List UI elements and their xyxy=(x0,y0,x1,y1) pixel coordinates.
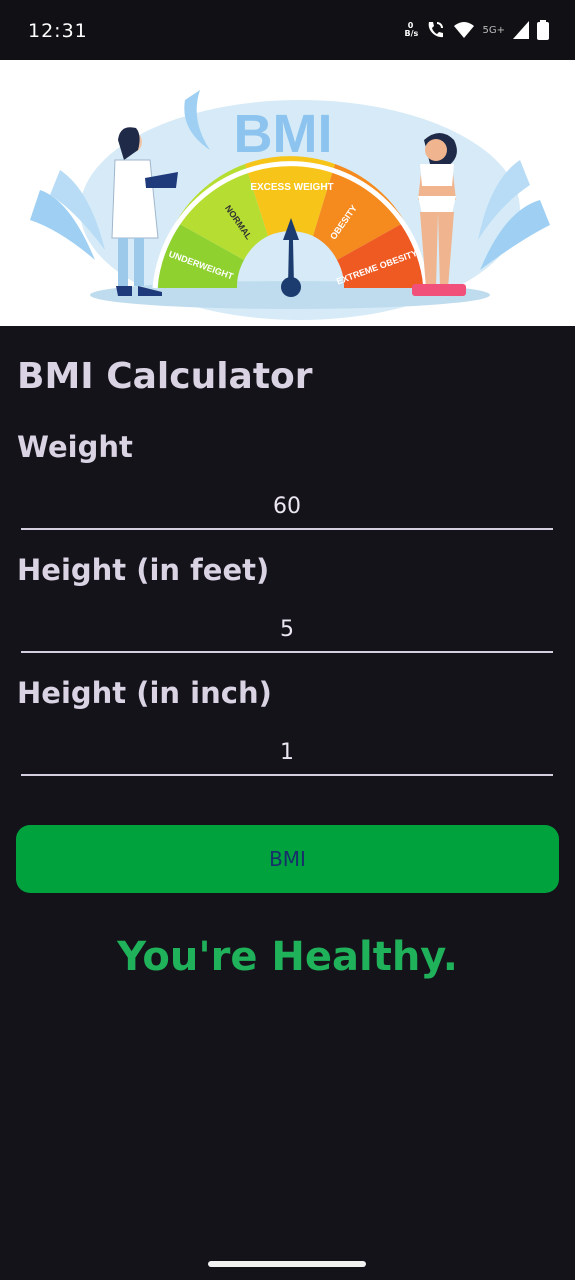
bmi-banner-image: BMI UNDERWEIGHT NORMAL EXCESS WEIGHT OBE… xyxy=(0,60,575,326)
wifi-icon xyxy=(453,22,474,38)
height-inch-input[interactable]: 1 xyxy=(21,732,553,776)
height-feet-input[interactable]: 5 xyxy=(21,609,553,653)
height-inch-label: Height (in inch) xyxy=(17,676,272,710)
banner-heading: BMI xyxy=(234,104,333,164)
weight-label: Weight xyxy=(17,430,133,464)
bmi-illustration: BMI UNDERWEIGHT NORMAL EXCESS WEIGHT OBE… xyxy=(30,90,550,320)
status-time: 12:31 xyxy=(28,20,88,42)
gauge-label-excess-weight: EXCESS WEIGHT xyxy=(250,182,333,193)
weight-input[interactable]: 60 xyxy=(21,486,553,530)
wifi-calling-icon xyxy=(428,22,443,38)
bmi-calculate-button[interactable]: BMI xyxy=(16,825,559,893)
status-bar: 12:31 0 B/s 5G+ xyxy=(0,0,575,60)
net-speed-indicator: 0 B/s xyxy=(404,22,419,38)
bmi-result-text: You're Healthy. xyxy=(117,934,458,980)
home-indicator[interactable] xyxy=(208,1261,366,1267)
page-title: BMI Calculator xyxy=(17,356,313,397)
battery-icon xyxy=(537,20,549,40)
net-speed-unit: B/s xyxy=(404,29,419,38)
height-feet-label: Height (in feet) xyxy=(17,553,270,587)
status-icons: 0 B/s 5G+ xyxy=(404,18,549,42)
network-type-label: 5G+ xyxy=(482,24,506,36)
signal-icon xyxy=(513,21,529,39)
